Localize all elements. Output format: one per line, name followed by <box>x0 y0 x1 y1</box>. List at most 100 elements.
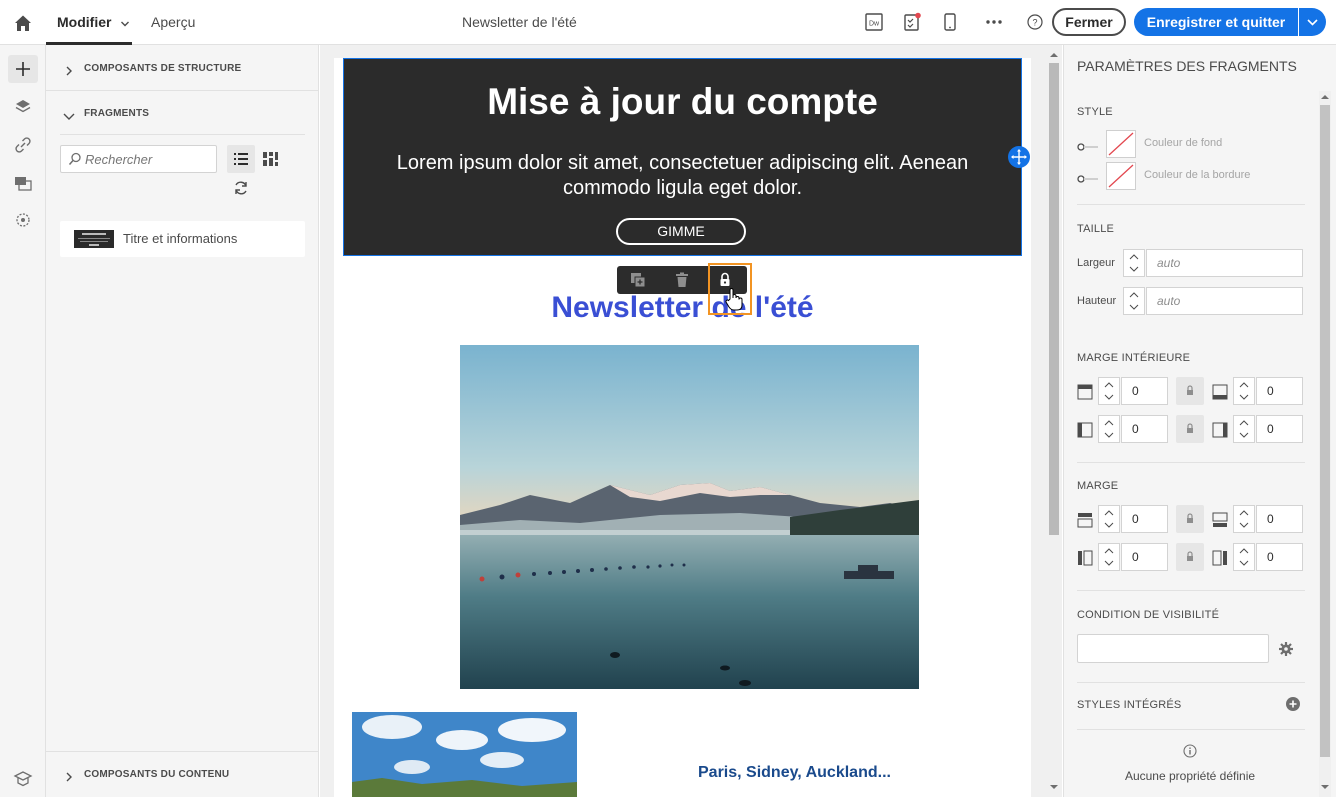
save-options-button[interactable] <box>1299 8 1326 36</box>
panel-scroll-thumb[interactable] <box>1320 105 1330 757</box>
padding-lock-icon[interactable] <box>1176 415 1204 443</box>
margin-bottom-stepper[interactable] <box>1233 505 1255 533</box>
add-circle-icon[interactable] <box>1285 696 1301 712</box>
personalization-icon[interactable] <box>13 210 33 230</box>
margin-lock-icon[interactable] <box>1176 543 1204 571</box>
lake-image[interactable] <box>460 345 919 689</box>
help-icon[interactable]: ? <box>1025 12 1045 32</box>
margin-right-field[interactable]: 0 <box>1256 543 1303 571</box>
move-handle-icon[interactable] <box>1008 146 1030 168</box>
dreamweaver-icon[interactable]: Dw <box>864 12 884 32</box>
panel-scrollbar[interactable] <box>1319 91 1331 797</box>
chevron-right-icon[interactable] <box>64 63 74 76</box>
mobile-preview-icon[interactable] <box>940 12 960 32</box>
refresh-icon[interactable] <box>232 179 250 197</box>
hand-cursor-icon <box>724 287 744 313</box>
city-title[interactable]: Paris, Sidney, Auckland... <box>698 764 891 782</box>
padding-top-stepper[interactable] <box>1098 377 1120 405</box>
padding-right-stepper[interactable] <box>1233 415 1255 443</box>
padding-lock-icon[interactable] <box>1176 377 1204 405</box>
radio-toggle[interactable] <box>1077 170 1098 183</box>
checklist-icon[interactable] <box>902 12 922 32</box>
search-input[interactable]: Rechercher <box>60 145 217 173</box>
visibility-condition-field[interactable] <box>1077 634 1269 663</box>
city-image[interactable] <box>352 712 577 797</box>
link-icon[interactable] <box>13 135 33 155</box>
list-view-icon[interactable] <box>227 145 255 173</box>
fragment-item[interactable]: Titre et informations <box>60 221 305 257</box>
padding-left-stepper[interactable] <box>1098 415 1120 443</box>
canvas-scroll-thumb[interactable] <box>1049 63 1059 535</box>
home-icon[interactable] <box>12 12 34 34</box>
scroll-up-icon[interactable] <box>1049 51 1059 59</box>
padding-left-field[interactable]: 0 <box>1121 415 1168 443</box>
document-title: Newsletter de l'été <box>462 14 577 30</box>
divider <box>60 134 305 135</box>
border-color-swatch[interactable] <box>1106 162 1136 190</box>
width-field[interactable]: auto <box>1146 249 1303 277</box>
svg-text:Dw: Dw <box>869 21 880 28</box>
left-rail <box>0 45 46 797</box>
hero-fragment[interactable]: Mise à jour du compte Lorem ipsum dolor … <box>343 58 1022 256</box>
height-field[interactable]: auto <box>1146 287 1303 315</box>
divider <box>46 90 319 91</box>
padding-top-field[interactable]: 0 <box>1121 377 1168 405</box>
info-icon <box>1183 744 1197 758</box>
chevron-down-icon[interactable] <box>120 16 130 27</box>
top-bar: Modifier Aperçu Newsletter de l'été Dw ?… <box>0 0 1336 45</box>
width-label: Largeur <box>1077 257 1115 269</box>
divider <box>46 751 319 752</box>
close-button[interactable]: Fermer <box>1052 8 1126 36</box>
scroll-down-icon[interactable] <box>1320 783 1330 791</box>
save-and-quit-button[interactable]: Enregistrer et quitter <box>1134 8 1298 36</box>
padding-bottom-stepper[interactable] <box>1233 377 1255 405</box>
layers-icon[interactable] <box>13 97 33 117</box>
border-color-label: Couleur de la bordure <box>1144 169 1251 181</box>
canvas-scrollbar[interactable] <box>1046 45 1062 797</box>
divider <box>1077 682 1305 683</box>
margin-right-icon <box>1212 550 1228 566</box>
margin-top-icon <box>1077 512 1093 528</box>
fragment-item-label: Titre et informations <box>123 231 238 246</box>
tab-preview[interactable]: Aperçu <box>151 0 195 45</box>
chevron-right-icon[interactable] <box>64 769 74 782</box>
margin-right-stepper[interactable] <box>1233 543 1255 571</box>
delete-icon[interactable] <box>673 271 691 289</box>
background-color-swatch[interactable] <box>1106 130 1136 158</box>
width-stepper[interactable] <box>1123 249 1145 277</box>
content-components-header[interactable]: COMPOSANTS DU CONTENU <box>84 769 229 780</box>
padding-right-field[interactable]: 0 <box>1256 415 1303 443</box>
margin-top-field[interactable]: 0 <box>1121 505 1168 533</box>
structure-components-header[interactable]: COMPOSANTS DE STRUCTURE <box>84 63 241 74</box>
academy-icon[interactable] <box>13 769 33 789</box>
gear-icon[interactable] <box>1277 640 1295 658</box>
style-header: STYLE <box>1077 106 1113 118</box>
fragments-header[interactable]: FRAGMENTS <box>84 108 149 119</box>
scroll-up-icon[interactable] <box>1320 93 1330 101</box>
margin-left-field[interactable]: 0 <box>1121 543 1168 571</box>
height-stepper[interactable] <box>1123 287 1145 315</box>
grid-view-icon[interactable] <box>260 149 280 169</box>
duplicate-icon[interactable] <box>629 271 647 289</box>
left-panel: COMPOSANTS DE STRUCTURE FRAGMENTS Recher… <box>46 45 319 797</box>
add-icon[interactable] <box>8 55 38 83</box>
newsletter-title[interactable]: Newsletter de l'été <box>334 291 1031 325</box>
more-icon[interactable] <box>984 12 1004 32</box>
padding-header: MARGE INTÉRIEURE <box>1077 352 1191 364</box>
chevron-down-icon[interactable] <box>63 108 75 120</box>
margin-top-stepper[interactable] <box>1098 505 1120 533</box>
divider <box>1077 590 1305 591</box>
hero-text[interactable]: Lorem ipsum dolor sit amet, consectetuer… <box>364 151 1001 201</box>
margin-left-stepper[interactable] <box>1098 543 1120 571</box>
fragments-icon[interactable] <box>13 173 33 193</box>
radio-toggle[interactable] <box>1077 138 1098 151</box>
padding-bottom-field[interactable]: 0 <box>1256 377 1303 405</box>
tab-edit[interactable]: Modifier <box>57 0 111 45</box>
margin-lock-icon[interactable] <box>1176 505 1204 533</box>
svg-text:?: ? <box>1032 18 1037 28</box>
hero-title[interactable]: Mise à jour du compte <box>344 81 1021 123</box>
scroll-down-icon[interactable] <box>1049 783 1059 791</box>
hero-cta-button[interactable]: GIMME <box>616 218 746 245</box>
margin-bottom-field[interactable]: 0 <box>1256 505 1303 533</box>
padding-right-icon <box>1212 422 1228 438</box>
